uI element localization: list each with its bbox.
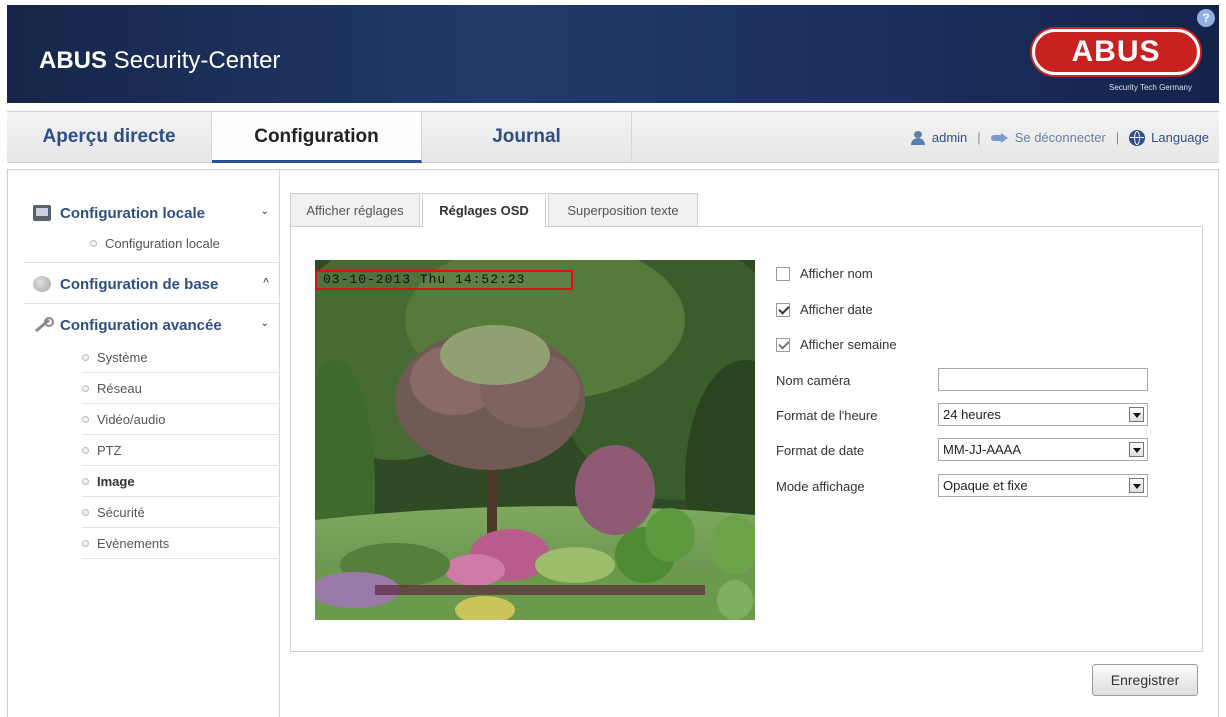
bullet-icon [90,240,97,247]
sidebar-item-events[interactable]: Evènements [82,529,280,559]
wrench-icon [33,317,54,333]
show-week-row[interactable]: Afficher semaine [776,337,897,352]
user-bar: admin | Se déconnecter | Language [910,112,1209,163]
tab-osd-settings[interactable]: Réglages OSD [422,193,546,227]
sidebar-section-advanced-config[interactable]: Configuration avancée ⌄ [33,313,273,337]
separator: | [1115,130,1120,145]
bullet-icon [82,354,89,361]
camera-name-label: Nom caméra [776,373,851,388]
sidebar-item-ptz[interactable]: PTZ [82,436,280,466]
content-frame: Configuration locale ⌄ Configuration loc… [7,169,1219,717]
display-mode-value: Opaque et fixe [943,478,1028,493]
show-name-row[interactable]: Afficher nom [776,266,873,281]
show-date-checkbox[interactable] [776,302,790,317]
osd-timestamp-overlay[interactable]: 03-10-2013 Thu 14:52:23 [315,270,573,290]
date-format-label: Format de date [776,443,865,458]
time-format-label: Format de l'heure [776,408,878,423]
disc-icon [33,276,51,292]
chevron-down-icon: ⌄ [260,206,269,217]
show-name-checkbox[interactable] [776,266,790,281]
sidebar-item-security[interactable]: Sécurité [82,498,280,528]
save-button[interactable]: Enregistrer [1092,664,1198,696]
bullet-icon [82,416,89,423]
sidebar-section-label: Configuration avancée [60,316,222,334]
help-icon[interactable]: ? [1197,9,1215,27]
sidebar-item-video-audio[interactable]: Vidéo/audio [82,405,280,435]
tab-journal[interactable]: Journal [422,112,632,163]
camera-name-input[interactable] [938,368,1148,391]
sidebar-item-label: Configuration locale [105,236,220,251]
garden-scene-image [315,260,755,620]
camera-preview: 03-10-2013 Thu 14:52:23 [315,260,755,620]
date-format-select[interactable]: MM-JJ-AAAA [938,438,1148,461]
sidebar-item-local-config[interactable]: Configuration locale [90,236,220,251]
tab-display-settings[interactable]: Afficher réglages [290,193,420,226]
sidebar-section-basic-config[interactable]: Configuration de base ^ [33,272,273,296]
bullet-icon [82,540,89,547]
user-name-link[interactable]: admin [932,130,967,145]
globe-icon [1129,129,1146,146]
sidebar-section-label: Configuration de base [60,275,219,293]
bullet-icon [82,385,89,392]
tab-live-view[interactable]: Aperçu directe [7,112,212,163]
sidebar-item-label: PTZ [97,443,122,458]
date-format-value: MM-JJ-AAAA [943,442,1021,457]
separator: | [977,130,981,145]
logout-link[interactable]: Se déconnecter [1015,130,1106,145]
bullet-icon [82,478,89,485]
app-title: ABUS Security-Center [39,47,281,74]
logout-icon [990,132,1009,144]
chevron-down-icon [1129,407,1144,422]
show-date-label: Afficher date [800,302,873,317]
sidebar-item-system[interactable]: Système [82,343,280,373]
sidebar-item-label: Vidéo/audio [97,412,166,427]
sidebar-item-network[interactable]: Réseau [82,374,280,404]
monitor-icon [33,205,51,221]
show-name-label: Afficher nom [800,266,873,281]
user-icon [910,130,926,145]
osd-settings-panel: 03-10-2013 Thu 14:52:23 Afficher nom Aff… [290,226,1203,652]
logo-tagline: Security Tech Germany [1109,83,1192,92]
chevron-down-icon [1129,442,1144,457]
time-format-select[interactable]: 24 heures [938,403,1148,426]
sidebar-section-label: Configuration locale [60,204,206,222]
tab-configuration[interactable]: Configuration [212,112,422,163]
tab-text-overlay[interactable]: Superposition texte [548,193,698,226]
divider [24,262,279,263]
display-mode-label: Mode affichage [776,479,865,494]
show-week-label: Afficher semaine [800,337,897,352]
abus-logo: ABUS Security Tech Germany [1032,29,1204,99]
divider [24,303,279,304]
chevron-up-icon: ^ [263,277,269,288]
chevron-down-icon [1129,478,1144,493]
bullet-icon [82,509,89,516]
time-format-value: 24 heures [943,407,1001,422]
sidebar-item-label: Sécurité [97,505,145,520]
logo-wordmark: ABUS [1032,29,1200,75]
sidebar-item-label: Système [97,350,148,365]
sidebar-item-label: Image [97,474,135,489]
sidebar-section-local-config[interactable]: Configuration locale ⌄ [33,201,273,225]
sidebar-item-label: Réseau [97,381,142,396]
bullet-icon [82,447,89,454]
show-date-row[interactable]: Afficher date [776,302,873,317]
display-mode-select[interactable]: Opaque et fixe [938,474,1148,497]
language-link[interactable]: Language [1151,130,1209,145]
sidebar-item-image[interactable]: Image [82,467,280,497]
show-week-checkbox[interactable] [776,337,790,352]
header-banner: ABUS Security-Center ABUS Security Tech … [7,5,1219,103]
sidebar: Configuration locale ⌄ Configuration loc… [8,170,280,717]
main-nav: Aperçu directe Configuration Journal adm… [7,111,1219,163]
sidebar-item-label: Evènements [97,536,170,551]
chevron-down-icon: ⌄ [260,318,269,329]
